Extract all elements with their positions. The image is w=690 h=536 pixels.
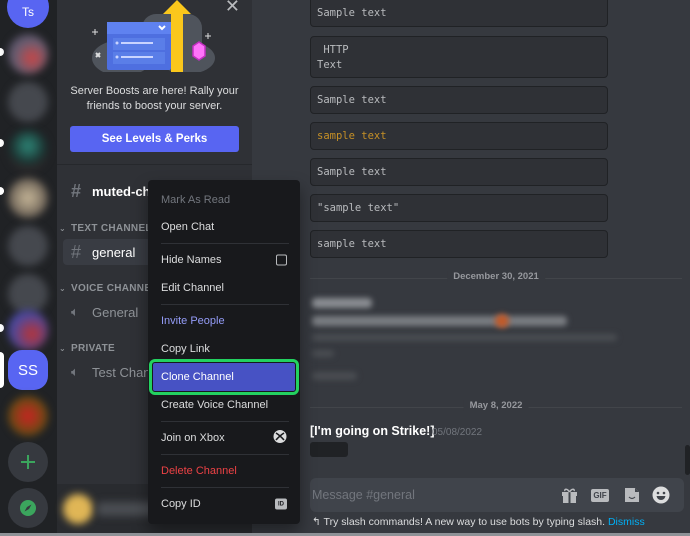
code-block: "sample text"	[310, 194, 608, 222]
category-private[interactable]: ⌄ PRIVATE	[59, 343, 115, 354]
server-icon[interactable]	[8, 130, 48, 170]
date-divider: May 8, 2022	[310, 400, 682, 411]
sticker-icon[interactable]	[623, 486, 641, 504]
menu-separator	[161, 421, 289, 422]
message-timestamp: 05/08/2022	[432, 427, 483, 438]
unread-pill	[0, 48, 4, 56]
locked-speaker-icon: 🔈︎	[71, 364, 79, 379]
code-block: HTTP Text	[310, 36, 608, 78]
channel-context-menu: Mark As Read Open Chat Hide Names Edit C…	[148, 180, 300, 524]
explore-servers-button[interactable]	[8, 488, 48, 528]
server-icon[interactable]	[8, 310, 48, 350]
boost-banner: ✕ Server Boosts are here! Rally your fri…	[57, 0, 252, 165]
speaker-icon: 🔈︎	[71, 304, 79, 319]
chat-area: Sample text HTTP Text Sample text sample…	[252, 0, 690, 536]
boost-illustration-icon	[92, 0, 215, 72]
hash-icon: #	[71, 180, 82, 201]
close-icon[interactable]: ✕	[225, 0, 240, 17]
server-icon[interactable]	[8, 274, 48, 314]
gift-icon[interactable]	[560, 486, 578, 504]
xbox-icon	[273, 430, 287, 447]
add-server-button[interactable]	[8, 442, 48, 482]
chevron-down-icon: ⌄	[59, 224, 67, 233]
plus-icon	[21, 455, 35, 469]
server-icon-ts[interactable]: Ts	[7, 0, 49, 28]
id-badge-icon: ID	[275, 498, 287, 510]
checkbox-icon[interactable]	[276, 254, 287, 266]
slash-return-icon: ↰	[312, 516, 321, 528]
discord-window: Ts SS ✕ Server Boosts are here! Rally yo…	[0, 0, 690, 536]
spoiler-block[interactable]	[310, 442, 348, 457]
code-block: Sample text	[310, 0, 608, 27]
menu-item-join-on-xbox[interactable]: Join on Xbox	[153, 424, 295, 452]
menu-item-open-chat[interactable]: Open Chat	[153, 213, 295, 241]
code-block: Sample text	[310, 86, 608, 114]
server-icon-ss[interactable]: SS	[8, 350, 48, 390]
server-rail: Ts SS	[0, 0, 57, 536]
slash-command-hint: ↰ Try slash commands! A new way to use b…	[312, 516, 645, 528]
active-server-indicator	[0, 352, 4, 388]
menu-item-mark-as-read[interactable]: Mark As Read	[153, 186, 295, 214]
menu-item-delete-channel[interactable]: Delete Channel	[153, 457, 295, 485]
server-icon[interactable]	[8, 396, 48, 436]
menu-item-copy-id[interactable]: Copy ID ID	[153, 490, 295, 518]
boost-message: Server Boosts are here! Rally your frien…	[70, 85, 239, 112]
menu-item-edit-channel[interactable]: Edit Channel	[153, 274, 295, 302]
code-block: sample text	[310, 122, 608, 150]
server-icon[interactable]	[8, 34, 48, 74]
dismiss-link[interactable]: Dismiss	[608, 516, 645, 528]
message-composer: GIF	[310, 478, 684, 512]
server-icon[interactable]	[8, 178, 48, 218]
date-divider: December 30, 2021	[310, 271, 682, 282]
compass-icon	[20, 500, 36, 516]
code-block: sample text	[310, 230, 608, 258]
menu-separator	[161, 243, 289, 244]
scrollbar[interactable]	[685, 445, 690, 475]
unread-pill	[0, 139, 4, 147]
menu-item-clone-channel[interactable]: Clone Channel	[149, 359, 299, 395]
see-levels-perks-button[interactable]: See Levels & Perks	[70, 126, 239, 152]
unread-pill	[0, 324, 4, 332]
server-icon[interactable]	[8, 82, 48, 122]
user-avatar[interactable]	[63, 494, 93, 524]
hash-icon: #	[71, 241, 82, 262]
chevron-down-icon: ⌄	[59, 344, 67, 353]
menu-item-create-voice-channel[interactable]: Create Voice Channel	[153, 391, 295, 419]
message-input[interactable]	[310, 478, 540, 512]
server-icon[interactable]	[8, 226, 48, 266]
menu-separator	[161, 487, 289, 488]
menu-separator	[161, 454, 289, 455]
menu-item-hide-names[interactable]: Hide Names	[153, 246, 295, 274]
category-text-channels[interactable]: ⌄ TEXT CHANNELS	[59, 223, 159, 234]
emoji-icon[interactable]	[652, 486, 670, 504]
gif-icon[interactable]: GIF	[590, 486, 610, 504]
menu-separator	[161, 304, 289, 305]
chevron-down-icon: ⌄	[59, 284, 67, 293]
code-block: Sample text	[310, 158, 608, 186]
message-author[interactable]: [I'm going on Strike!]	[310, 424, 435, 438]
menu-item-copy-link[interactable]: Copy Link	[153, 335, 295, 363]
menu-item-invite-people[interactable]: Invite People	[153, 307, 295, 335]
